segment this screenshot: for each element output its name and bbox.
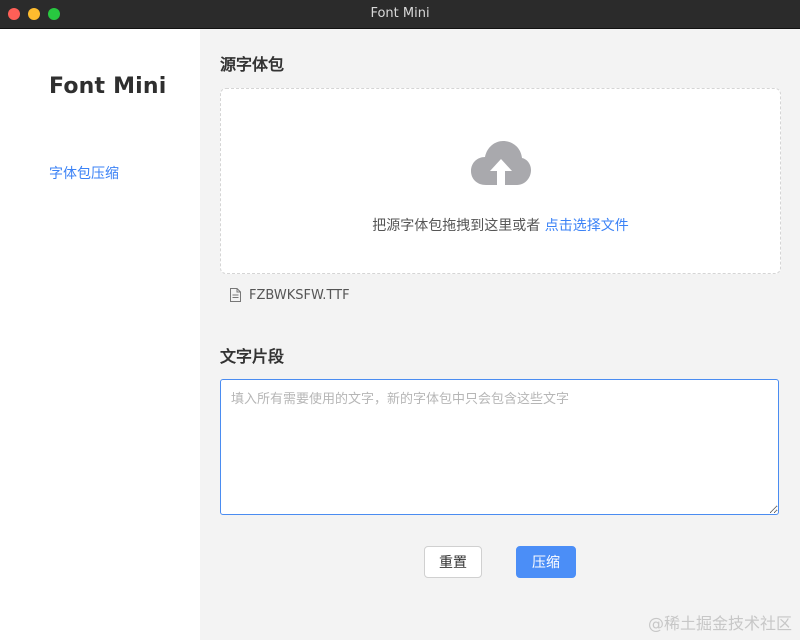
- document-icon: [230, 288, 241, 302]
- app-window: Font Mini Font Mini 字体包压缩 源字体包 把源字体包拖拽到这…: [0, 0, 800, 640]
- title-bar: Font Mini: [0, 0, 800, 29]
- sidebar-item-font-compress[interactable]: 字体包压缩: [49, 163, 119, 183]
- app-name: Font Mini: [49, 74, 167, 99]
- watermark: @稀土掘金技术社区: [647, 614, 792, 633]
- main-content: 源字体包 把源字体包拖拽到这里或者 点击选择文件 FZBWKSFW.TTF 文字…: [200, 29, 800, 640]
- text-snippet-title: 文字片段: [220, 347, 285, 366]
- source-font-title: 源字体包: [220, 55, 285, 74]
- reset-button[interactable]: 重置: [424, 546, 482, 578]
- font-dropzone[interactable]: 把源字体包拖拽到这里或者 点击选择文件: [220, 88, 781, 274]
- file-name: FZBWKSFW.TTF: [249, 287, 350, 303]
- dropzone-text: 把源字体包拖拽到这里或者 点击选择文件: [221, 215, 780, 235]
- compress-button[interactable]: 压缩: [516, 546, 576, 578]
- selected-file: FZBWKSFW.TTF: [230, 286, 350, 304]
- window-title: Font Mini: [370, 6, 430, 21]
- cloud-upload-icon: [471, 141, 531, 185]
- text-snippet-input[interactable]: [220, 379, 779, 515]
- text-input-wrapper: [220, 379, 779, 515]
- select-file-link[interactable]: 点击选择文件: [545, 218, 629, 234]
- dropzone-instruction: 把源字体包拖拽到这里或者: [372, 218, 541, 234]
- sidebar: Font Mini 字体包压缩: [0, 29, 200, 640]
